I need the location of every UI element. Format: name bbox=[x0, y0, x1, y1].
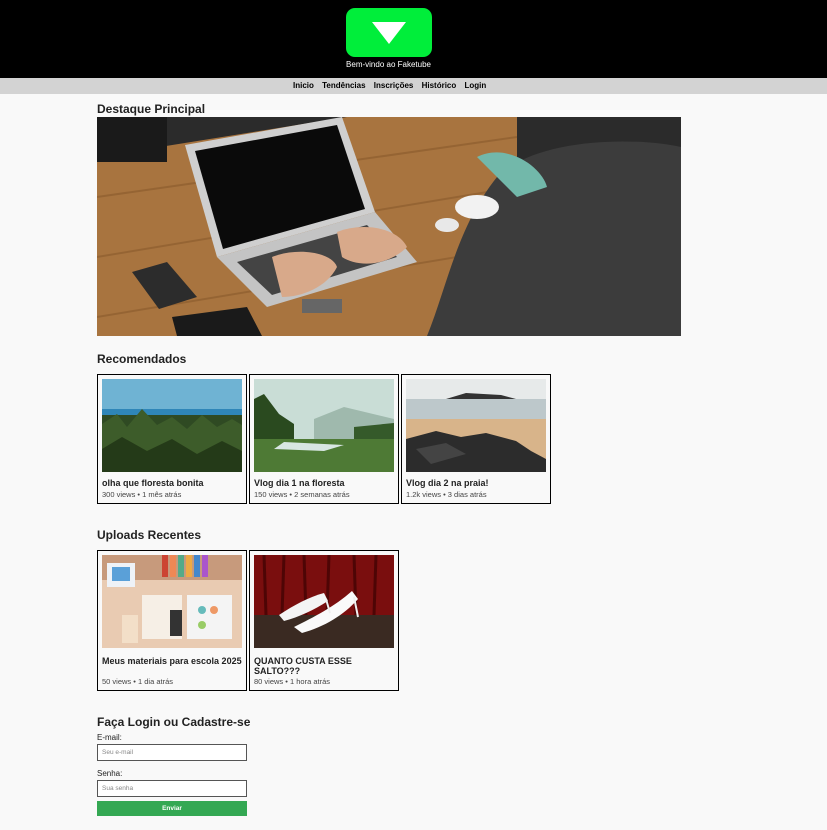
featured-heading: Destaque Principal bbox=[97, 102, 206, 116]
video-title[interactable]: QUANTO CUSTA ESSE SALTO??? bbox=[254, 656, 394, 676]
video-thumbnail[interactable] bbox=[254, 555, 394, 648]
video-card[interactable]: olha que floresta bonita 300 views • 1 m… bbox=[97, 374, 247, 504]
video-title[interactable]: Vlog dia 1 na floresta bbox=[254, 478, 394, 488]
email-field[interactable] bbox=[97, 744, 247, 761]
video-meta: 300 views • 1 mês atrás bbox=[102, 490, 182, 499]
video-meta: 80 views • 1 hora atrás bbox=[254, 677, 330, 686]
nav-item-inicio[interactable]: Inicio bbox=[293, 81, 314, 90]
video-thumbnail[interactable] bbox=[102, 379, 242, 472]
password-field[interactable] bbox=[97, 780, 247, 797]
video-title[interactable]: olha que floresta bonita bbox=[102, 478, 242, 488]
video-card[interactable]: Vlog dia 1 na floresta 150 views • 2 sem… bbox=[249, 374, 399, 504]
nav-item-inscricoes[interactable]: Inscrições bbox=[374, 81, 414, 90]
recent-heading: Uploads Recentes bbox=[97, 528, 202, 542]
site-header: Bem-vindo ao Faketube bbox=[0, 0, 827, 78]
featured-video-thumbnail[interactable] bbox=[97, 117, 681, 336]
email-label: E-mail: bbox=[97, 733, 122, 742]
welcome-text: Bem-vindo ao Faketube bbox=[346, 60, 431, 69]
submit-button[interactable]: Enviar bbox=[97, 801, 247, 816]
video-thumbnail[interactable] bbox=[102, 555, 242, 648]
login-heading: Faça Login ou Cadastre-se bbox=[97, 715, 251, 729]
faketube-logo[interactable] bbox=[346, 8, 432, 57]
video-title[interactable]: Vlog dia 2 na praia! bbox=[406, 478, 546, 488]
video-card[interactable]: QUANTO CUSTA ESSE SALTO??? 80 views • 1 … bbox=[249, 550, 399, 691]
nav-item-historico[interactable]: Histórico bbox=[422, 81, 457, 90]
play-triangle-icon bbox=[372, 22, 406, 44]
main-nav: Inicio Tendências Inscrições Histórico L… bbox=[0, 78, 827, 94]
video-thumbnail[interactable] bbox=[254, 379, 394, 472]
video-card[interactable]: Vlog dia 2 na praia! 1.2k views • 3 dias… bbox=[401, 374, 551, 504]
video-meta: 1.2k views • 3 dias atrás bbox=[406, 490, 487, 499]
nav-item-tendencias[interactable]: Tendências bbox=[322, 81, 365, 90]
video-title[interactable]: Meus materiais para escola 2025 bbox=[102, 656, 242, 666]
recommended-heading: Recomendados bbox=[97, 352, 187, 366]
video-card[interactable]: Meus materiais para escola 2025 50 views… bbox=[97, 550, 247, 691]
video-meta: 50 views • 1 dia atrás bbox=[102, 677, 173, 686]
video-meta: 150 views • 2 semanas atrás bbox=[254, 490, 350, 499]
password-label: Senha: bbox=[97, 769, 123, 778]
video-thumbnail[interactable] bbox=[406, 379, 546, 472]
nav-item-login[interactable]: Login bbox=[465, 81, 487, 90]
